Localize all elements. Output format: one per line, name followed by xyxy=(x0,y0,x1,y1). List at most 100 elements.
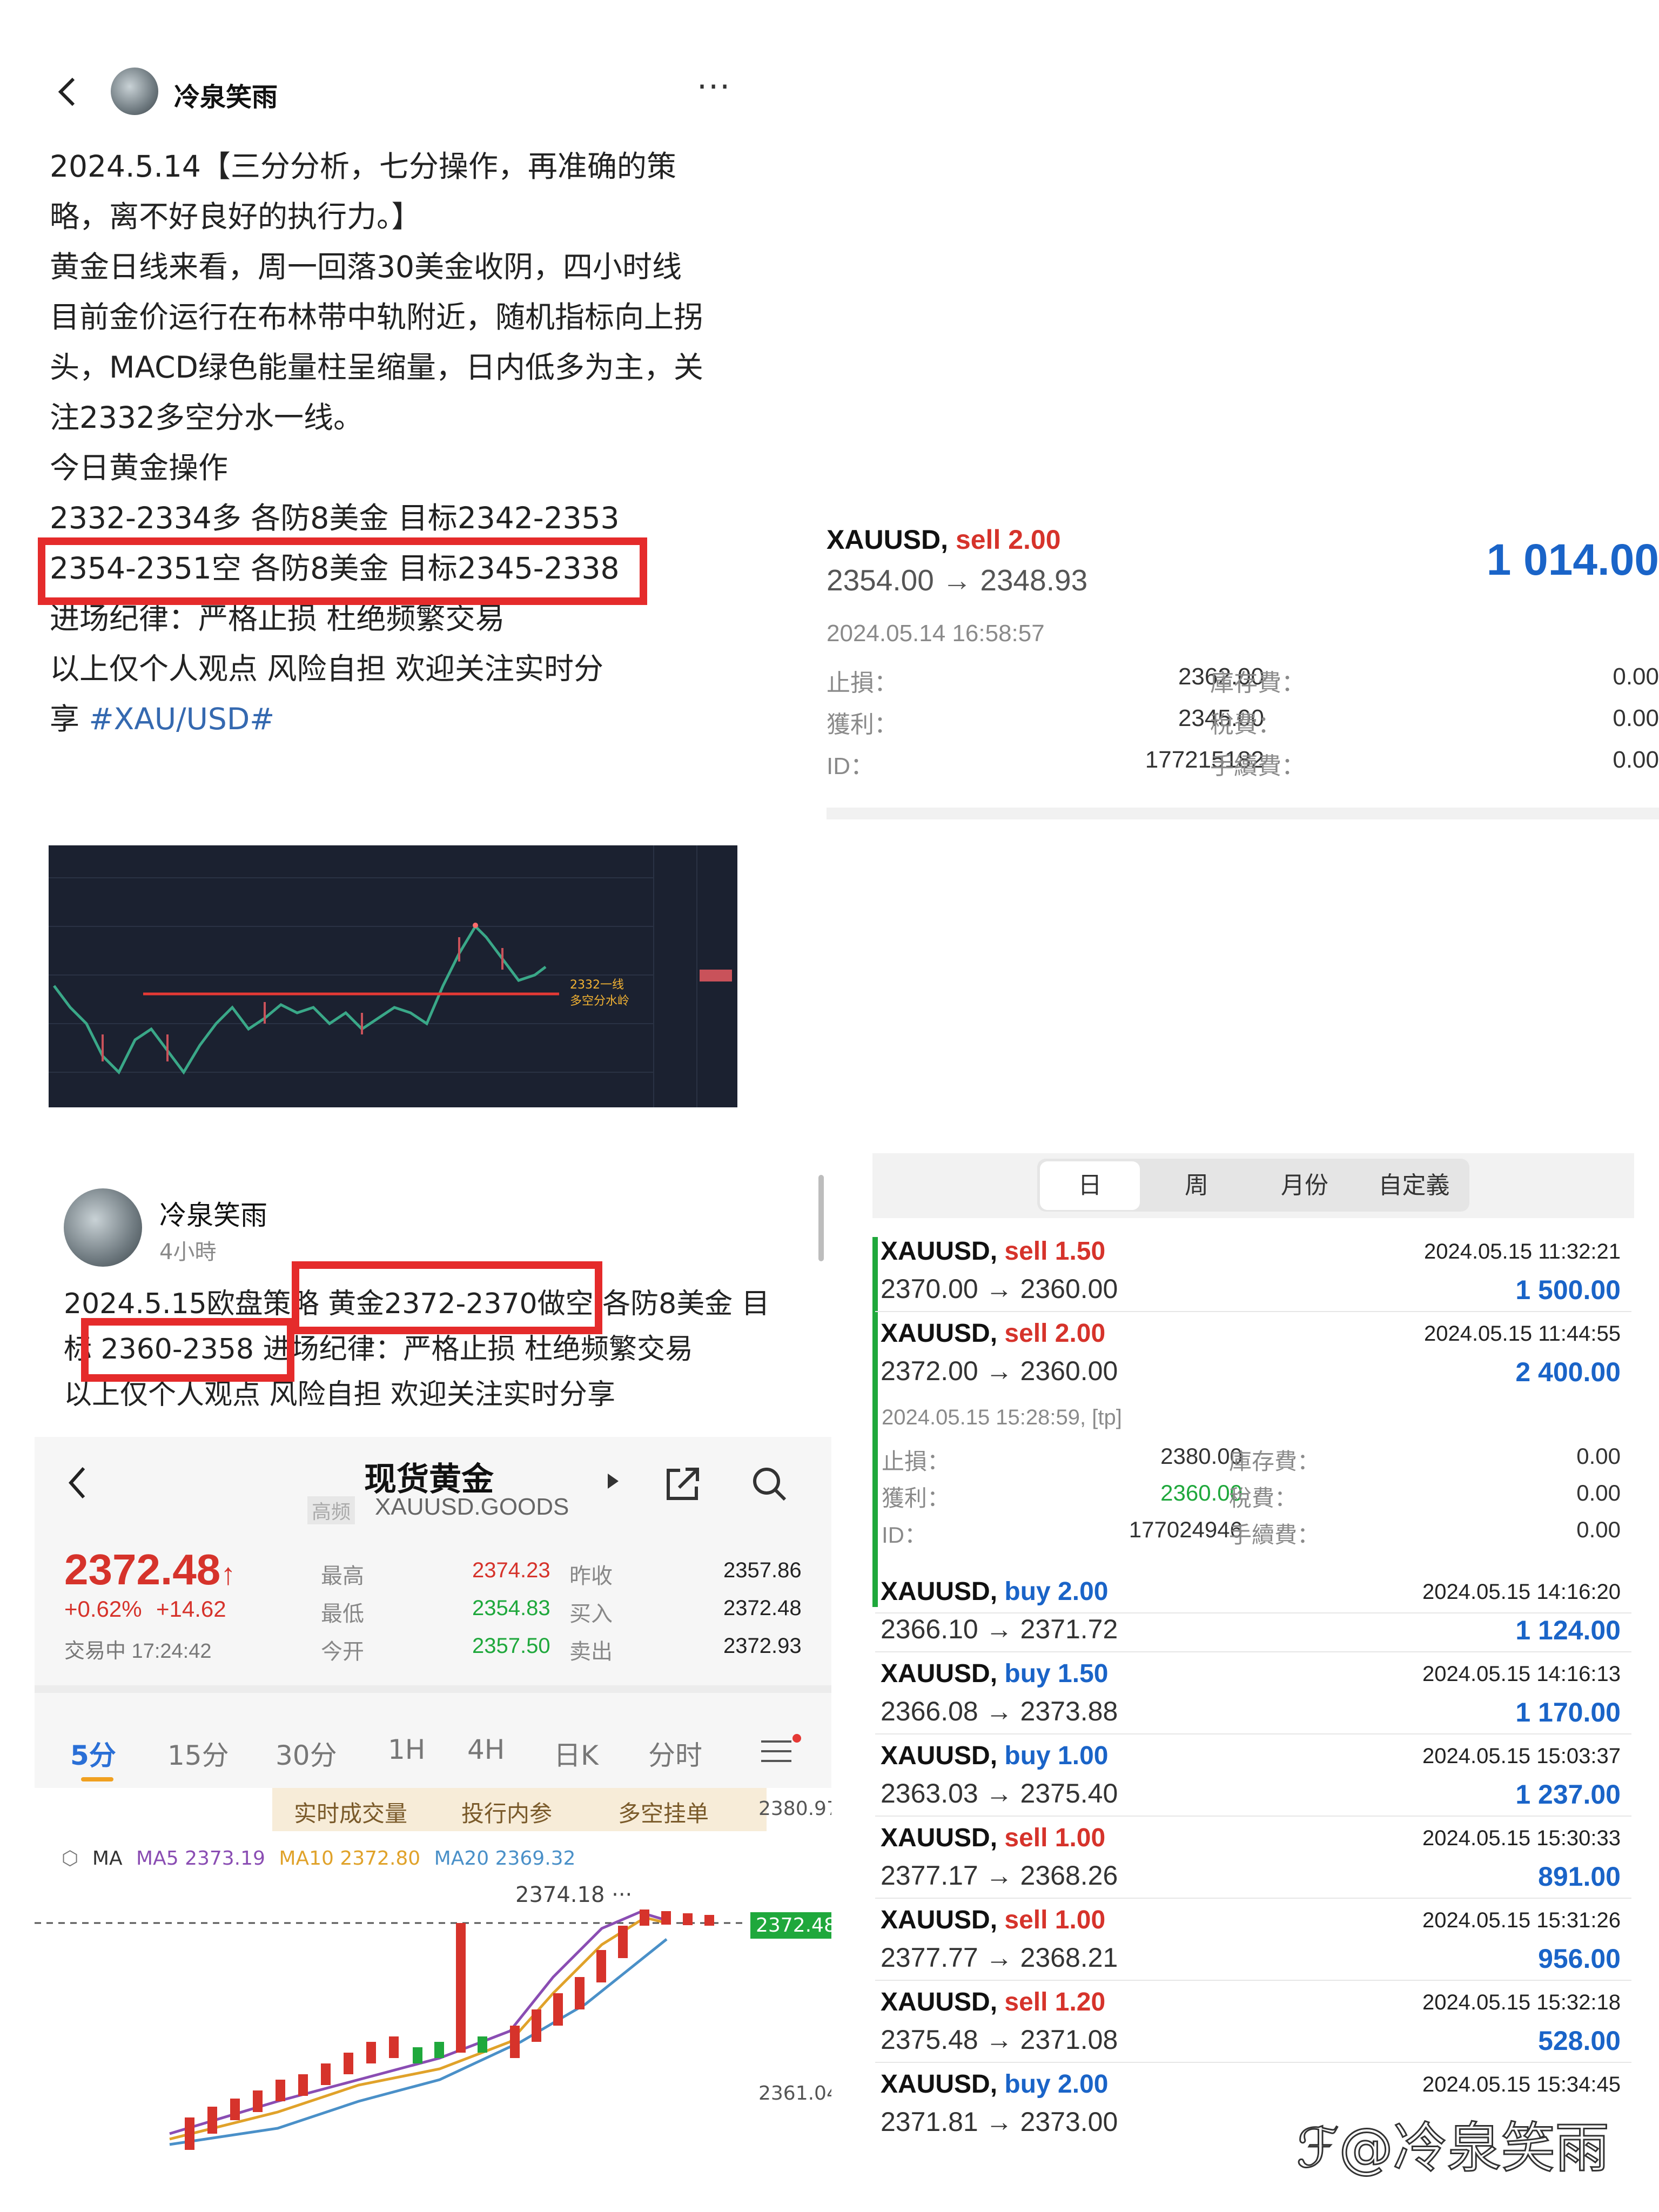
trade-row[interactable]: XAUUSD, sell 1.00 2377.17 → 2368.26 2024… xyxy=(875,1816,1631,1899)
active-tab-indicator xyxy=(81,1777,113,1781)
back-icon[interactable] xyxy=(64,1464,91,1502)
chart-note: 多空分水岭 xyxy=(570,994,629,1008)
up-arrow-icon: ↑ xyxy=(220,1557,236,1591)
more-icon[interactable]: ··· xyxy=(697,68,731,106)
stat-label: 卖出 xyxy=(569,1640,613,1664)
tab-15min[interactable]: 15分 xyxy=(167,1734,229,1773)
trade-time: 2024.05.15 14:16:13 xyxy=(1422,1662,1621,1686)
order-profit: 1 014.00 xyxy=(1486,535,1659,584)
trade-row[interactable]: XAUUSD, sell 1.00 2377.77 → 2368.21 2024… xyxy=(875,1898,1631,1981)
trade-prices: 2370.00 → 2360.00 xyxy=(881,1274,1118,1304)
trade-time: 2024.05.15 15:32:18 xyxy=(1422,1991,1621,2014)
trade-row[interactable]: XAUUSD, sell 1.20 2375.48 → 2371.08 2024… xyxy=(875,1980,1631,2063)
tab-daily[interactable]: 日K xyxy=(554,1734,599,1773)
trade-time: 2024.05.15 15:03:37 xyxy=(1422,1744,1621,1768)
order-time: 2024.05.14 16:58:57 xyxy=(827,620,1045,647)
trade-symbol: XAUUSD, xyxy=(881,1906,998,1934)
search-icon[interactable] xyxy=(750,1465,788,1503)
trade-prices: 2371.81 → 2373.00 xyxy=(881,2107,1118,2137)
author-name[interactable]: 冷泉笑雨 xyxy=(159,1194,267,1233)
hashtag-link[interactable]: #XAU/USD# xyxy=(89,702,274,736)
trade-row[interactable]: XAUUSD, buy 2.00 2366.10 → 2371.72 2024.… xyxy=(875,1569,1631,1652)
order-symbol: XAUUSD, xyxy=(827,525,949,555)
field-label: 獲利： xyxy=(827,711,898,738)
stop-loss-value: 2380.00 xyxy=(1160,1443,1242,1469)
tab-4h[interactable]: 4H xyxy=(467,1734,505,1765)
field-label: 止損： xyxy=(827,670,898,696)
trade-time: 2024.05.15 14:16:20 xyxy=(1422,1580,1621,1604)
trade-side: sell 2.00 xyxy=(1004,1319,1106,1348)
highlight-box xyxy=(81,1318,294,1382)
watermark: ℱ@冷泉笑雨 xyxy=(1296,2104,1610,2182)
share-icon[interactable] xyxy=(664,1465,702,1503)
menu-icon[interactable] xyxy=(759,1734,802,1766)
trade-symbol: XAUUSD, xyxy=(881,1319,998,1348)
highlight-box xyxy=(38,537,647,605)
trade-side: sell 1.50 xyxy=(1004,1237,1106,1266)
trade-symbol: XAUUSD, xyxy=(881,1824,998,1852)
tab-30min[interactable]: 30分 xyxy=(276,1734,337,1773)
segment-month[interactable]: 月份 xyxy=(1251,1157,1359,1214)
kline-chart[interactable]: 实时成交量 投行内参 多空挂单 2380.97 ⬡ MA MA5 2373.19… xyxy=(35,1788,831,2155)
swap-value: 0.00 xyxy=(1613,663,1659,690)
field-label: 手續費： xyxy=(1210,753,1305,779)
ask-value: 2372.93 xyxy=(723,1634,802,1658)
quote-code: XAUUSD.GOODS xyxy=(375,1494,569,1520)
tab-intraday[interactable]: 分时 xyxy=(648,1734,702,1773)
scrollbar[interactable] xyxy=(818,1175,824,1261)
quote-badge: 高频 xyxy=(307,1496,355,1524)
field-label: 止損： xyxy=(882,1449,950,1474)
trade-symbol: XAUUSD, xyxy=(881,1659,998,1688)
back-icon[interactable] xyxy=(52,76,84,108)
trade-profit: 956.00 xyxy=(1538,1944,1621,1974)
trade-row[interactable]: XAUUSD, buy 1.00 2363.03 → 2375.40 2024.… xyxy=(875,1733,1631,1817)
field-label: ID： xyxy=(882,1522,928,1548)
segment-week[interactable]: 周 xyxy=(1145,1157,1248,1214)
field-label: 稅費： xyxy=(1210,711,1281,738)
segment-custom[interactable]: 自定義 xyxy=(1361,1157,1467,1214)
avatar[interactable] xyxy=(111,68,158,115)
trade-prices: 2377.77 → 2368.21 xyxy=(881,1942,1118,1973)
segment-day[interactable]: 日 xyxy=(1040,1161,1140,1210)
tax-value: 0.00 xyxy=(1613,705,1659,731)
next-icon[interactable] xyxy=(605,1470,621,1492)
post-time: 4小時 xyxy=(159,1240,217,1265)
watermark-text: @冷泉笑雨 xyxy=(1338,2116,1610,2181)
open-value: 2357.50 xyxy=(472,1634,550,1658)
post-text-line: 2024.5.14【三分分析，七分操作，再准确的策 xyxy=(50,149,676,184)
trading-status: 交易中 17:24:42 xyxy=(64,1640,212,1663)
last-price-value: 2372.48 xyxy=(64,1545,221,1594)
trade-profit: 528.00 xyxy=(1538,2026,1621,2056)
order-side: sell 2.00 xyxy=(955,525,1061,555)
close-time: 2024.05.15 15:28:59, [tp] xyxy=(882,1406,1122,1429)
post-text-line: 略，离不好良好的执行力。】 xyxy=(50,199,421,234)
prev-close-value: 2357.86 xyxy=(723,1558,802,1582)
last-price: 2372.48↑ xyxy=(64,1545,236,1595)
post-text-line: 2332-2334多 各防8美金 目标2342-2353 xyxy=(50,501,620,535)
trade-profit: 1 170.00 xyxy=(1515,1697,1621,1727)
post-text-line: 头，MACD绿色能量柱呈缩量，日内低多为主，关 xyxy=(50,350,703,385)
bid-value: 2372.48 xyxy=(723,1596,802,1620)
post-text-line: 享 #XAU/USD# xyxy=(50,694,274,744)
trade-profit: 891.00 xyxy=(1538,1861,1621,1892)
commission-value: 0.00 xyxy=(1613,747,1659,773)
highlight-box xyxy=(292,1261,602,1334)
trade-side: sell 1.20 xyxy=(1004,1988,1106,2016)
change-abs: +14.62 xyxy=(156,1596,226,1622)
trade-row-expanded[interactable]: XAUUSD, sell 2.00 2372.00 → 2360.00 2024… xyxy=(875,1311,1631,1613)
trade-row[interactable]: XAUUSD, buy 1.50 2366.08 → 2373.88 2024.… xyxy=(875,1651,1631,1734)
tab-5min[interactable]: 5分 xyxy=(70,1734,116,1773)
trade-profit: 2 400.00 xyxy=(1515,1357,1621,1387)
candlestick-chart: 2332一线 多空分水岭 xyxy=(49,845,732,1107)
avatar[interactable] xyxy=(64,1188,142,1267)
trade-prices: 2366.10 → 2371.72 xyxy=(881,1614,1118,1644)
trade-row[interactable]: XAUUSD, sell 1.50 2370.00 → 2360.00 2024… xyxy=(875,1229,1631,1312)
field-label: 獲利： xyxy=(882,1485,950,1511)
trade-time: 2024.05.15 15:34:45 xyxy=(1422,2073,1621,2096)
author-name[interactable]: 冷泉笑雨 xyxy=(174,76,278,113)
trade-prices: 2363.03 → 2375.40 xyxy=(881,1778,1118,1808)
tab-1h[interactable]: 1H xyxy=(388,1734,425,1765)
trade-profit: 1 500.00 xyxy=(1515,1275,1621,1305)
trade-time: 2024.05.15 15:31:26 xyxy=(1422,1908,1621,1932)
trade-symbol: XAUUSD, xyxy=(881,1577,998,1606)
